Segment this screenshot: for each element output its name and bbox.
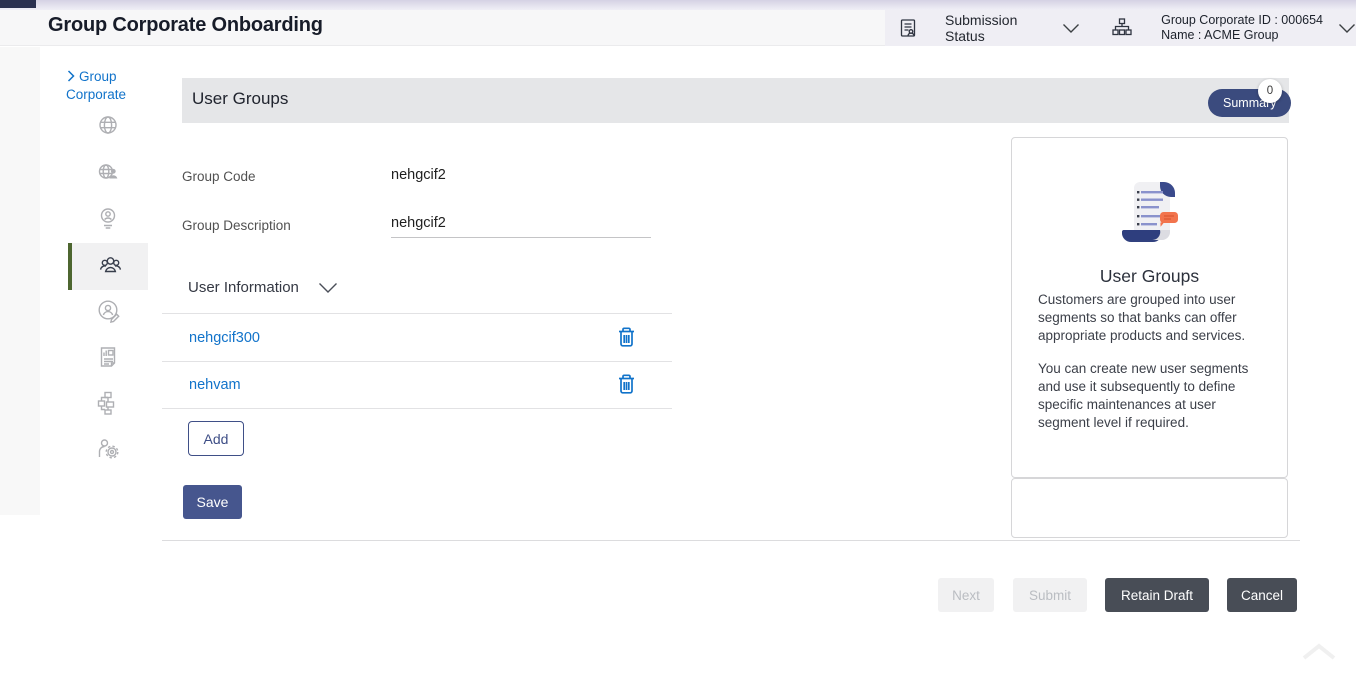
org-chart-icon[interactable] (1111, 17, 1133, 39)
user-information-label: User Information (188, 279, 299, 296)
info-panel-title: User Groups (1012, 266, 1287, 287)
sidebar-item-user-groups[interactable] (68, 243, 148, 290)
trash-icon (616, 325, 637, 351)
delete-user-button[interactable] (616, 325, 637, 351)
corporate-name-text: Name : ACME Group (1161, 28, 1323, 43)
top-gradient-strip (0, 0, 1356, 10)
summary-count-badge: 0 (1258, 79, 1282, 103)
sidebar-item-user-edit[interactable] (68, 290, 148, 336)
group-code-label: Group Code (182, 169, 256, 184)
sidebar-item-workflow[interactable] (68, 382, 148, 428)
retain-draft-button[interactable]: Retain Draft (1105, 578, 1209, 612)
page-title: Group Corporate Onboarding (48, 14, 323, 37)
user-settings-icon (95, 435, 122, 467)
user-information-chevron-down-icon (318, 282, 338, 294)
cancel-button[interactable]: Cancel (1227, 578, 1297, 612)
user-groups-illustration (1110, 174, 1190, 259)
top-corner-accent (0, 0, 36, 8)
user-information-header[interactable]: User Information (188, 279, 338, 296)
global-user-icon (95, 159, 121, 190)
sidebar-group-corporate-link[interactable]: Group Corporate (66, 68, 154, 104)
submit-button[interactable]: Submit (1013, 578, 1087, 612)
info-paragraph-1: Customers are grouped into user segments… (1038, 291, 1266, 345)
group-description-label: Group Description (182, 218, 291, 233)
workflow-icon (95, 390, 121, 421)
content-divider (162, 540, 1300, 541)
corporate-identity-block: Group Corporate ID : 000654 Name : ACME … (1161, 13, 1323, 43)
user-profile-icon (95, 205, 121, 236)
reports-icon (95, 344, 121, 375)
app-window: Group Corporate Onboarding Submission St… (0, 0, 1356, 677)
chevron-right-icon (66, 70, 77, 82)
submission-status-label[interactable]: Submission Status (945, 12, 1039, 44)
section-title: User Groups (192, 89, 288, 109)
delete-user-button[interactable] (616, 372, 637, 398)
user-edit-icon (95, 297, 122, 329)
user-link[interactable]: nehgcif300 (189, 330, 260, 346)
sidebar-item-globe[interactable] (68, 104, 148, 150)
info-panel: User Groups Customers are grouped into u… (1011, 137, 1288, 478)
group-code-value: nehgcif2 (391, 167, 446, 183)
scroll-to-top-icon[interactable] (1300, 642, 1338, 667)
next-button[interactable]: Next (938, 578, 994, 612)
submission-status-icon[interactable] (898, 18, 918, 38)
user-list: nehgcif300 nehvam (162, 313, 672, 409)
save-button[interactable]: Save (183, 485, 242, 519)
corporate-chevron-down-icon[interactable] (1338, 23, 1356, 34)
submission-status-chevron-down-icon[interactable] (1062, 23, 1080, 34)
left-rail (0, 47, 40, 515)
corporate-id-text: Group Corporate ID : 000654 (1161, 13, 1323, 28)
user-row: nehgcif300 (162, 313, 672, 361)
info-panel-footer (1011, 478, 1288, 538)
add-button[interactable]: Add (188, 421, 244, 456)
user-groups-icon (97, 251, 124, 283)
group-description-input[interactable] (391, 208, 651, 238)
header-bar: Group Corporate Onboarding Submission St… (0, 10, 1356, 46)
sidebar-item-user-profile[interactable] (68, 197, 148, 243)
sidebar-item-reports[interactable] (68, 336, 148, 382)
sidebar-icon-nav (68, 104, 148, 474)
user-row: nehvam (162, 361, 672, 409)
info-panel-text: Customers are grouped into user segments… (1038, 291, 1266, 432)
section-header-bar: User Groups (182, 78, 1289, 123)
sidebar-item-user-settings[interactable] (68, 428, 148, 474)
globe-icon (95, 112, 121, 143)
trash-icon (616, 372, 637, 398)
info-paragraph-2: You can create new user segments and use… (1038, 360, 1266, 432)
sidebar-item-global-user[interactable] (68, 151, 148, 197)
user-link[interactable]: nehvam (189, 377, 241, 393)
header-right-panel: Submission Status Group Corporate ID : 0… (885, 10, 1356, 46)
